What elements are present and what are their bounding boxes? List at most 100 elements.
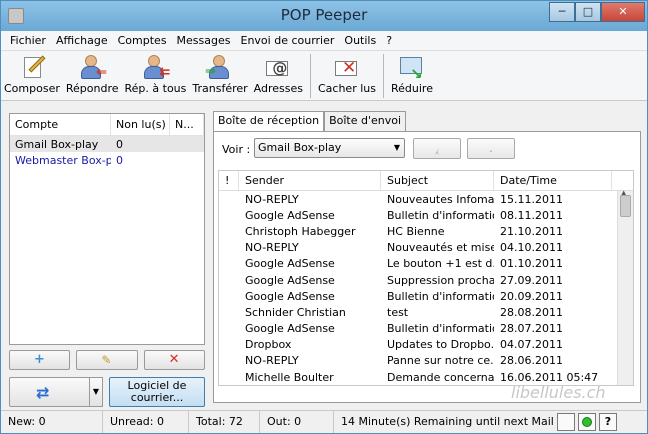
message-subject: Bulletin d'informatio... [387,289,494,303]
message-sender: Google AdSense [245,257,335,271]
hide-read-button[interactable]: ✕ Cacher lus [315,54,379,95]
message-date: 04.07.2011 [500,338,563,352]
column-unread[interactable]: Non lu(s) [111,114,170,135]
account-name: Gmail Box-play [15,137,99,151]
column-date[interactable]: Date/Time [494,171,612,190]
status-out: Out: 0 [260,411,334,433]
message-list-scrollbar[interactable]: ▲ [617,189,633,385]
forward-label: Transférer [192,82,248,95]
message-date: 20.09.2011 [500,289,563,303]
check-mail-dropdown[interactable]: ▼ [89,377,103,407]
account-filter-select[interactable]: Gmail Box-play ▼ [254,138,405,158]
message-row[interactable]: Google AdSense Bulletin d'informatio... 08… [219,207,633,223]
addresses-button[interactable]: @ Adresses [251,54,306,95]
minimize-to-tray-icon: ↘ [397,54,427,83]
accounts-panel: Compte Non lu(s) N... Gmail Box-play 0 W… [9,113,205,345]
tab-outbox[interactable]: Boîte d'envoi [324,111,407,131]
menu-fichier[interactable]: Fichier [5,34,51,47]
tab-inbox[interactable]: Boîte de réception [213,111,325,132]
address-book-icon: @ [263,54,293,80]
message-sender: Schnider Christian [245,305,346,319]
edit-account-button[interactable]: ✎ [76,350,138,370]
minimize-to-tray-button[interactable]: ↘ Réduire [388,54,436,95]
toolbar-separator [382,54,384,98]
message-date: 28.07.2011 [500,322,563,336]
message-subject: Bulletin d'informatio... [387,208,494,222]
message-date: 16.06.2011 05:47 [500,370,599,384]
menu-outils[interactable]: Outils [339,34,381,47]
message-row[interactable]: Google AdSense Bulletin d'informatio... 20… [219,288,633,304]
message-subject: Panne sur notre ce... [387,354,494,368]
delete-account-button[interactable]: ✕ [143,350,205,370]
compose-button[interactable]: Composer [1,54,63,95]
message-sender: Google AdSense [245,208,335,222]
accounts-header: Compte Non lu(s) N... [10,114,204,136]
message-row[interactable]: Google AdSense Bulletin d'informatio... 28… [219,321,633,337]
message-sender: Google AdSense [245,322,335,336]
mail-client-button[interactable]: Logiciel de courrier... [109,377,205,407]
title-bar[interactable]: POP Peeper ─ □ ✕ [1,1,647,31]
message-row[interactable]: Schnider Christian test 28.08.2011 [219,304,633,320]
column-account[interactable]: Compte [10,114,111,135]
minimize-to-tray-label: Réduire [390,82,433,95]
menu-comptes[interactable]: Comptes [113,34,172,47]
status-ok-icon [582,417,592,427]
forward-button[interactable]: ⇒ Transférer [189,54,250,95]
message-date: 27.09.2011 [500,273,563,287]
status-total: Total: 72 [189,411,260,433]
message-date: 08.11.2011 [500,208,563,222]
reply-all-button[interactable]: ⇇ Rép. à tous [122,54,190,95]
message-row[interactable]: Google AdSense Suppression procha... 27.09… [219,272,633,288]
message-sender: Christoph Habegger [245,224,356,238]
message-rows: NO-REPLY Nouveautes Infoma... 15.11.2011 Go… [219,191,633,385]
maximize-button[interactable]: □ [575,2,601,22]
message-date: 01.10.2011 [500,257,563,271]
hide-read-icon: ✕ [332,54,362,80]
mailbox-tabs: Boîte de réception Boîte d'envoi [213,111,407,132]
message-row[interactable]: NO-REPLY Panne sur notre ce... 28.06.2011 [219,353,633,369]
menu-affichage[interactable]: Affichage [51,34,113,47]
message-date: 04.10.2011 [500,241,563,255]
message-subject: Nouveautes Infoma... [387,192,494,206]
account-row[interactable]: Gmail Box-play 0 [10,136,204,152]
column-flag[interactable]: ! [219,171,239,190]
message-row[interactable]: Google AdSense Le bouton +1 est d... 01.10… [219,256,633,272]
close-button[interactable]: ✕ [601,2,645,22]
filter-label: Voir : [222,143,251,156]
compose-icon [17,54,47,80]
chevron-down-icon: ▼ [393,143,400,152]
toolbar: Composer ⇐ Répondre ⇇ Rép. à tous ⇒ Tran… [1,51,647,101]
message-sender: Michelle Boulter [245,370,334,384]
reply-button[interactable]: ⇐ Répondre [63,54,122,95]
message-row[interactable]: Christoph Habegger HC Bienne 21.10.2011 [219,223,633,239]
reply-all-icon: ⇇ [140,54,170,80]
message-subject: Le bouton +1 est d... [387,257,494,271]
message-row[interactable]: Dropbox Updates to Dropbo... 04.07.2011 [219,337,633,353]
scroll-thumb[interactable] [620,195,631,217]
message-subject: Suppression procha... [387,273,494,287]
filter-action-button-2[interactable]: . [467,138,515,159]
column-subject[interactable]: Subject [381,171,494,190]
check-mail-button[interactable]: ⇄ [9,377,91,407]
filter-action-button[interactable]: ⁁ [413,138,461,159]
message-row[interactable]: NO-REPLY Nouveautés et mise... 04.10.2011 [219,240,633,256]
message-sender: NO-REPLY [245,241,299,255]
message-subject: Nouveautés et mise... [387,241,494,255]
add-account-button[interactable]: + [9,350,71,370]
menu-messages[interactable]: Messages [172,34,236,47]
account-row[interactable]: Webmaster Box-p... 0 [10,152,204,168]
message-subject: test [387,305,409,319]
add-account-icon: + [34,352,45,367]
help-button[interactable]: ? [599,413,617,431]
column-sender[interactable]: Sender [239,171,381,190]
account-unread: 0 [116,153,123,167]
account-actions: + ✎ ✕ [9,350,205,370]
status-indicator[interactable] [578,413,596,431]
column-new[interactable]: N... [170,114,204,135]
menu-envoi[interactable]: Envoi de courrier [236,34,340,47]
notes-icon[interactable] [557,413,575,431]
reply-all-label: Rép. à tous [124,82,187,95]
minimize-button[interactable]: ─ [549,2,575,22]
menu-help[interactable]: ? [381,34,397,47]
message-row[interactable]: NO-REPLY Nouveautes Infoma... 15.11.2011 [219,191,633,207]
